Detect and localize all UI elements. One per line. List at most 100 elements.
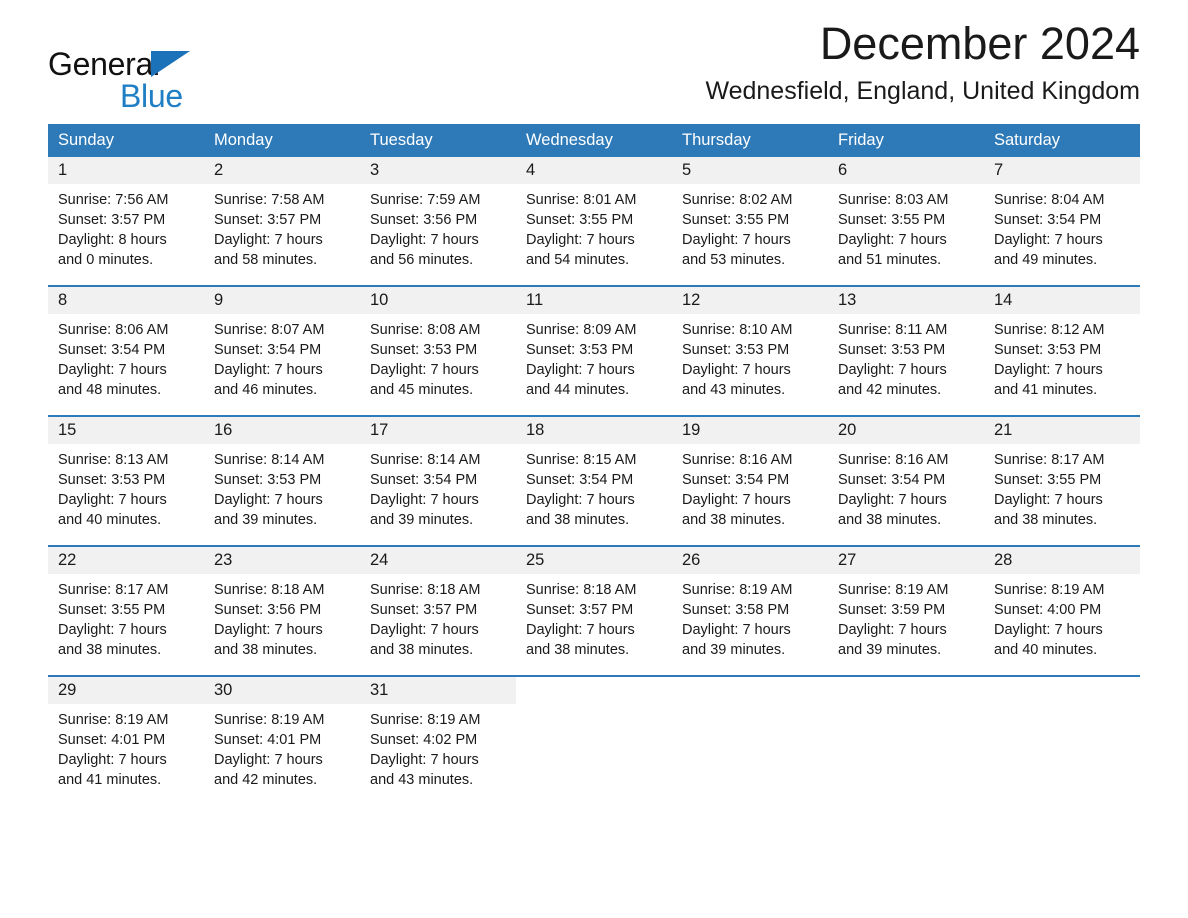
day-cell[interactable]: 4 Sunrise: 8:01 AM Sunset: 3:55 PM Daylight… [516,157,672,286]
day-cell-content: 1 Sunrise: 7:56 AM Sunset: 3:57 PM Daylight… [48,157,204,285]
page-header: General Blue December 2024 Wednesfield, … [48,0,1140,112]
day-cell[interactable]: 9 Sunrise: 8:07 AM Sunset: 3:54 PM Daylight… [204,285,360,416]
daylight-text-line2: and 0 minutes. [58,252,154,268]
calendar-page: General Blue December 2024 Wednesfield, … [0,0,1188,918]
day-cell[interactable]: 18 Sunrise: 8:15 AM Sunset: 3:54 PM Dayligh… [516,415,672,546]
day-cell[interactable]: 16 Sunrise: 8:14 AM Sunset: 3:53 PM Dayligh… [204,415,360,546]
daylight-text-line2: and 41 minutes. [994,382,1098,398]
sunset-text: Sunset: 3:57 PM [214,212,322,228]
day-cell[interactable]: 13 Sunrise: 8:11 AM Sunset: 3:53 PM Dayligh… [828,285,984,416]
day-info: Sunrise: 8:18 AM Sunset: 3:57 PM Daylight:… [360,574,516,672]
daylight-text-line1: Daylight: 7 hours [214,362,323,378]
daylight-text-line1: Daylight: 8 hours [58,232,167,248]
day-info: Sunrise: 7:56 AM Sunset: 3:57 PM Daylight:… [48,184,204,282]
sunset-text: Sunset: 3:57 PM [370,602,478,618]
weekday-header-thursday: Thursday [672,124,828,157]
header-titles: December 2024 Wednesfield, England, Unit… [705,18,1140,108]
sunrise-text: Sunrise: 8:17 AM [994,452,1105,468]
day-info: Sunrise: 8:14 AM Sunset: 3:54 PM Daylight:… [360,444,516,542]
sunrise-text: Sunrise: 8:04 AM [994,192,1105,208]
daylight-text-line2: and 42 minutes. [214,772,318,788]
day-cell-content: 26 Sunrise: 8:19 AM Sunset: 3:58 PM Dayligh… [672,547,828,675]
daylight-text-line2: and 58 minutes. [214,252,318,268]
day-cell[interactable]: 22 Sunrise: 8:17 AM Sunset: 3:55 PM Dayligh… [48,545,204,676]
day-cell-empty [984,675,1140,805]
day-cell-content: 14 Sunrise: 8:12 AM Sunset: 3:53 PM Dayligh… [984,287,1140,415]
day-cell[interactable]: 30 Sunrise: 8:19 AM Sunset: 4:01 PM Dayligh… [204,675,360,805]
day-cell-content: 7 Sunrise: 8:04 AM Sunset: 3:54 PM Daylight… [984,157,1140,285]
day-cell[interactable]: 17 Sunrise: 8:14 AM Sunset: 3:54 PM Dayligh… [360,415,516,546]
day-cell[interactable]: 28 Sunrise: 8:19 AM Sunset: 4:00 PM Dayligh… [984,545,1140,676]
sunrise-text: Sunrise: 7:58 AM [214,192,325,208]
day-info: Sunrise: 8:11 AM Sunset: 3:53 PM Daylight:… [828,314,984,412]
day-info: Sunrise: 8:17 AM Sunset: 3:55 PM Daylight:… [48,574,204,672]
sunrise-text: Sunrise: 8:11 AM [838,322,948,338]
day-cell-content: 22 Sunrise: 8:17 AM Sunset: 3:55 PM Dayligh… [48,547,204,675]
day-cell[interactable]: 10 Sunrise: 8:08 AM Sunset: 3:53 PM Dayligh… [360,285,516,416]
daylight-text-line1: Daylight: 7 hours [682,232,791,248]
day-cell[interactable]: 15 Sunrise: 8:13 AM Sunset: 3:53 PM Dayligh… [48,415,204,546]
day-cell[interactable]: 27 Sunrise: 8:19 AM Sunset: 3:59 PM Dayligh… [828,545,984,676]
day-cell-content [828,677,984,805]
daylight-text-line2: and 56 minutes. [370,252,474,268]
daylight-text-line1: Daylight: 7 hours [838,622,947,638]
sunset-text: Sunset: 3:54 PM [994,212,1102,228]
daylight-text-line1: Daylight: 7 hours [994,232,1103,248]
day-cell[interactable]: 31 Sunrise: 8:19 AM Sunset: 4:02 PM Dayligh… [360,675,516,805]
day-cell[interactable]: 2 Sunrise: 7:58 AM Sunset: 3:57 PM Daylight… [204,157,360,286]
day-number: 17 [360,417,516,444]
sunset-text: Sunset: 3:55 PM [838,212,946,228]
daylight-text-line1: Daylight: 7 hours [214,492,323,508]
daylight-text-line1: Daylight: 7 hours [58,362,167,378]
sunset-text: Sunset: 3:54 PM [526,472,634,488]
day-cell[interactable]: 3 Sunrise: 7:59 AM Sunset: 3:56 PM Daylight… [360,157,516,286]
day-cell[interactable]: 11 Sunrise: 8:09 AM Sunset: 3:53 PM Dayligh… [516,285,672,416]
day-cell-content: 6 Sunrise: 8:03 AM Sunset: 3:55 PM Daylight… [828,157,984,285]
day-info: Sunrise: 8:16 AM Sunset: 3:54 PM Daylight:… [672,444,828,542]
day-info: Sunrise: 8:12 AM Sunset: 3:53 PM Daylight:… [984,314,1140,412]
daylight-text-line2: and 39 minutes. [838,642,942,658]
day-number: 11 [516,287,672,314]
day-info: Sunrise: 8:01 AM Sunset: 3:55 PM Daylight:… [516,184,672,282]
day-cell[interactable]: 29 Sunrise: 8:19 AM Sunset: 4:01 PM Dayligh… [48,675,204,805]
day-cell[interactable]: 14 Sunrise: 8:12 AM Sunset: 3:53 PM Dayligh… [984,285,1140,416]
day-cell[interactable]: 25 Sunrise: 8:18 AM Sunset: 3:57 PM Dayligh… [516,545,672,676]
day-cell[interactable]: 6 Sunrise: 8:03 AM Sunset: 3:55 PM Daylight… [828,157,984,286]
day-cell[interactable]: 24 Sunrise: 8:18 AM Sunset: 3:57 PM Dayligh… [360,545,516,676]
day-number: 28 [984,547,1140,574]
day-cell-content: 19 Sunrise: 8:16 AM Sunset: 3:54 PM Dayligh… [672,417,828,545]
weekday-header-wednesday: Wednesday [516,124,672,157]
sunset-text: Sunset: 3:53 PM [214,472,322,488]
day-info: Sunrise: 8:18 AM Sunset: 3:56 PM Daylight:… [204,574,360,672]
day-number: 8 [48,287,204,314]
day-number: 31 [360,677,516,704]
day-cell-empty [672,675,828,805]
day-cell[interactable]: 1 Sunrise: 7:56 AM Sunset: 3:57 PM Daylight… [48,157,204,286]
day-cell[interactable]: 23 Sunrise: 8:18 AM Sunset: 3:56 PM Dayligh… [204,545,360,676]
day-number: 26 [672,547,828,574]
day-cell[interactable]: 19 Sunrise: 8:16 AM Sunset: 3:54 PM Dayligh… [672,415,828,546]
day-cell[interactable]: 7 Sunrise: 8:04 AM Sunset: 3:54 PM Daylight… [984,157,1140,286]
daylight-text-line1: Daylight: 7 hours [370,362,479,378]
sunrise-text: Sunrise: 8:17 AM [58,582,169,598]
sunrise-text: Sunrise: 7:56 AM [58,192,169,208]
week-row: 29 Sunrise: 8:19 AM Sunset: 4:01 PM Dayligh… [48,675,1140,805]
day-cell-content: 13 Sunrise: 8:11 AM Sunset: 3:53 PM Dayligh… [828,287,984,415]
day-cell-content: 11 Sunrise: 8:09 AM Sunset: 3:53 PM Dayligh… [516,287,672,415]
day-info: Sunrise: 8:06 AM Sunset: 3:54 PM Daylight:… [48,314,204,412]
day-cell[interactable]: 5 Sunrise: 8:02 AM Sunset: 3:55 PM Daylight… [672,157,828,286]
day-cell[interactable]: 20 Sunrise: 8:16 AM Sunset: 3:54 PM Dayligh… [828,415,984,546]
daylight-text-line2: and 38 minutes. [682,512,786,528]
day-cell[interactable]: 12 Sunrise: 8:10 AM Sunset: 3:53 PM Dayligh… [672,285,828,416]
day-info: Sunrise: 8:04 AM Sunset: 3:54 PM Daylight:… [984,184,1140,282]
day-cell[interactable]: 21 Sunrise: 8:17 AM Sunset: 3:55 PM Dayligh… [984,415,1140,546]
sunset-text: Sunset: 3:54 PM [214,342,322,358]
day-number: 29 [48,677,204,704]
day-cell-content: 24 Sunrise: 8:18 AM Sunset: 3:57 PM Dayligh… [360,547,516,675]
weekday-header-friday: Friday [828,124,984,157]
sunset-text: Sunset: 3:54 PM [370,472,478,488]
daylight-text-line2: and 53 minutes. [682,252,786,268]
day-cell[interactable]: 26 Sunrise: 8:19 AM Sunset: 3:58 PM Dayligh… [672,545,828,676]
day-number: 5 [672,157,828,184]
day-cell[interactable]: 8 Sunrise: 8:06 AM Sunset: 3:54 PM Daylight… [48,285,204,416]
